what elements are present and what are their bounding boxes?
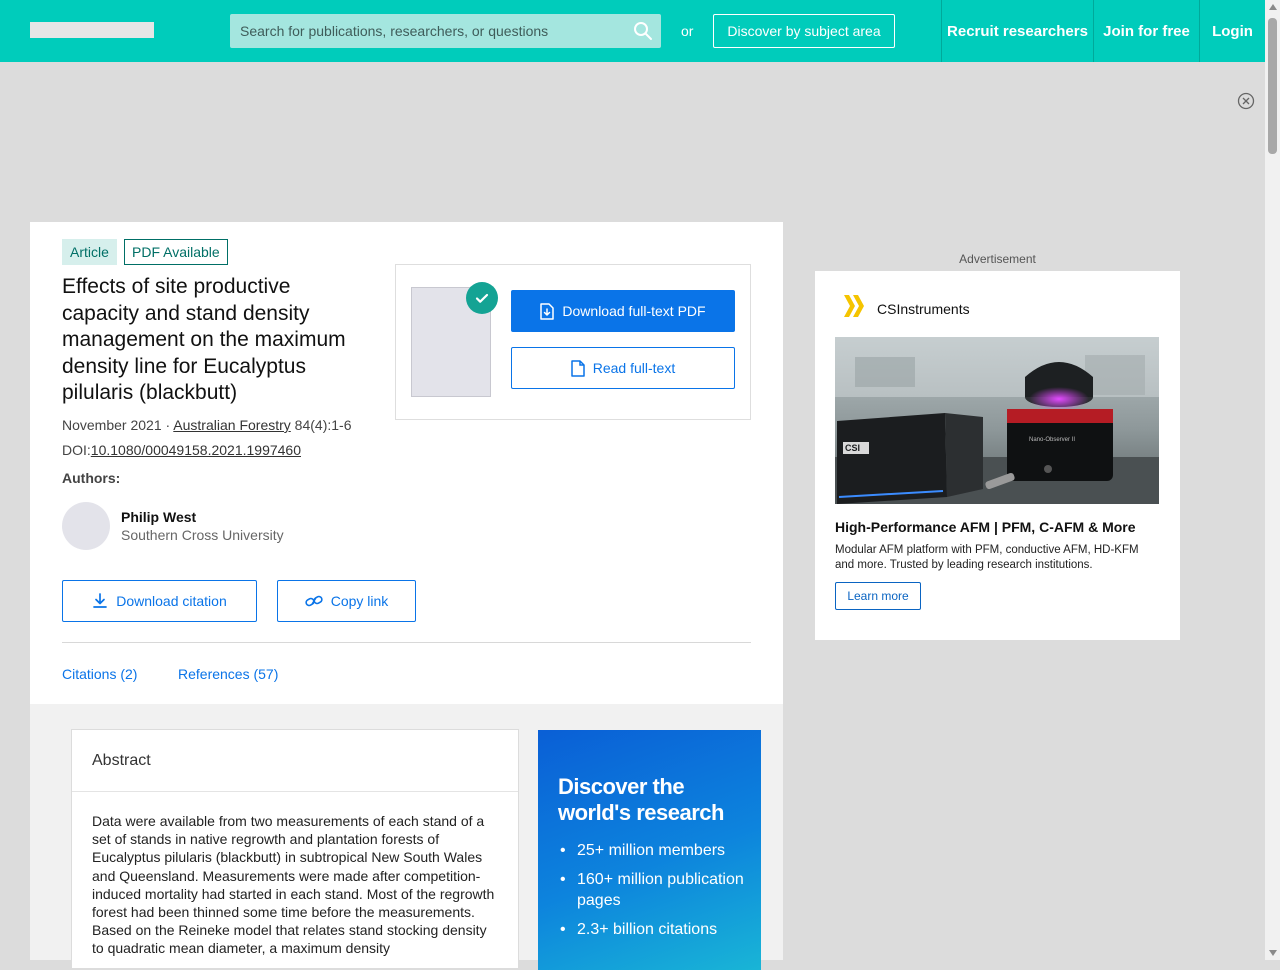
tab-references[interactable]: References (57)	[178, 666, 278, 682]
brand-chevron-icon	[844, 295, 864, 317]
journal-link[interactable]: Australian Forestry	[173, 417, 290, 433]
doi-link[interactable]: 10.1080/00049158.2021.1997460	[91, 442, 301, 458]
download-citation-button[interactable]: Download citation	[62, 580, 257, 622]
search-box[interactable]	[230, 14, 661, 48]
abstract-heading: Abstract	[92, 752, 151, 769]
journal-volume: 84(4):1-6	[290, 417, 352, 433]
tab-citations[interactable]: Citations (2)	[62, 666, 137, 682]
close-ad-icon[interactable]	[1237, 92, 1255, 110]
device-brand-label: CSI	[845, 443, 860, 453]
join-for-free-link[interactable]: Join for free	[1094, 0, 1199, 62]
ad-brand-name: CSInstruments	[877, 301, 970, 317]
promo-stats-list: 25+ million members 160+ million publica…	[558, 840, 758, 948]
doi-line: DOI:10.1080/00049158.2021.1997460	[62, 442, 301, 458]
promo-stat-members: 25+ million members	[558, 840, 758, 861]
site-logo[interactable]	[30, 22, 154, 38]
device-model-label: Nano-Observer II	[1029, 437, 1075, 443]
publication-meta: November 2021 · Australian Forestry 84(4…	[62, 417, 351, 433]
download-citation-label: Download citation	[116, 593, 227, 609]
doi-label: DOI:	[62, 442, 91, 458]
publication-date: November 2021	[62, 417, 162, 433]
copy-link-label: Copy link	[330, 593, 389, 609]
article-title: Effects of site productive capacity and …	[62, 275, 346, 404]
page-scrollbar[interactable]	[1265, 0, 1280, 960]
pdf-download-icon	[540, 302, 555, 320]
download-pdf-label: Download full-text PDF	[562, 303, 706, 319]
promo-stat-citations: 2.3+ billion citations	[558, 919, 758, 940]
read-full-text-button[interactable]: Read full-text	[511, 347, 735, 389]
promo-title: Discover the world's research	[558, 774, 724, 825]
authors-heading: Authors:	[62, 470, 121, 486]
author-avatar[interactable]	[62, 502, 110, 550]
abstract-divider	[72, 791, 518, 792]
document-icon	[571, 359, 585, 377]
search-input[interactable]	[230, 14, 630, 48]
learn-more-button[interactable]: Learn more	[835, 582, 921, 610]
search-icon[interactable]	[633, 21, 653, 41]
meta-separator: ·	[161, 417, 174, 433]
author-name-link[interactable]: Philip West	[121, 509, 196, 525]
login-link[interactable]: Login	[1200, 0, 1265, 62]
pdf-available-badge: PDF Available	[124, 239, 228, 265]
advertisement-label: Advertisement	[959, 252, 1036, 266]
ad-description: Modular AFM platform with PFM, conductiv…	[835, 544, 1139, 571]
read-full-text-label: Read full-text	[592, 360, 676, 376]
download-full-text-pdf-button[interactable]: Download full-text PDF	[511, 290, 735, 332]
or-label: or	[681, 23, 694, 39]
ad-product-image[interactable]: CSI Nano-Observer II	[835, 337, 1159, 504]
scroll-down-arrow-icon[interactable]	[1269, 950, 1277, 956]
recruit-researchers-link[interactable]: Recruit researchers	[942, 0, 1093, 62]
scrollbar-thumb[interactable]	[1268, 18, 1277, 154]
check-icon	[466, 282, 498, 314]
section-divider	[62, 642, 751, 643]
discover-research-promo[interactable]: Discover the world's research 25+ millio…	[538, 730, 761, 970]
author-affiliation: Southern Cross University	[121, 527, 284, 543]
article-type-badge: Article	[62, 239, 117, 265]
scroll-up-arrow-icon[interactable]	[1269, 4, 1277, 10]
top-navigation-bar: or Discover by subject area Recruit rese…	[0, 0, 1265, 62]
promo-stat-pages: 160+ million publication pages	[558, 869, 758, 911]
copy-link-button[interactable]: Copy link	[277, 580, 416, 622]
abstract-text: Data were available from two measurement…	[92, 813, 495, 957]
discover-by-subject-button[interactable]: Discover by subject area	[713, 14, 895, 48]
download-icon	[93, 593, 108, 608]
link-icon	[305, 595, 323, 607]
ad-headline[interactable]: High-Performance AFM | PFM, C-AFM & More	[835, 519, 1136, 535]
